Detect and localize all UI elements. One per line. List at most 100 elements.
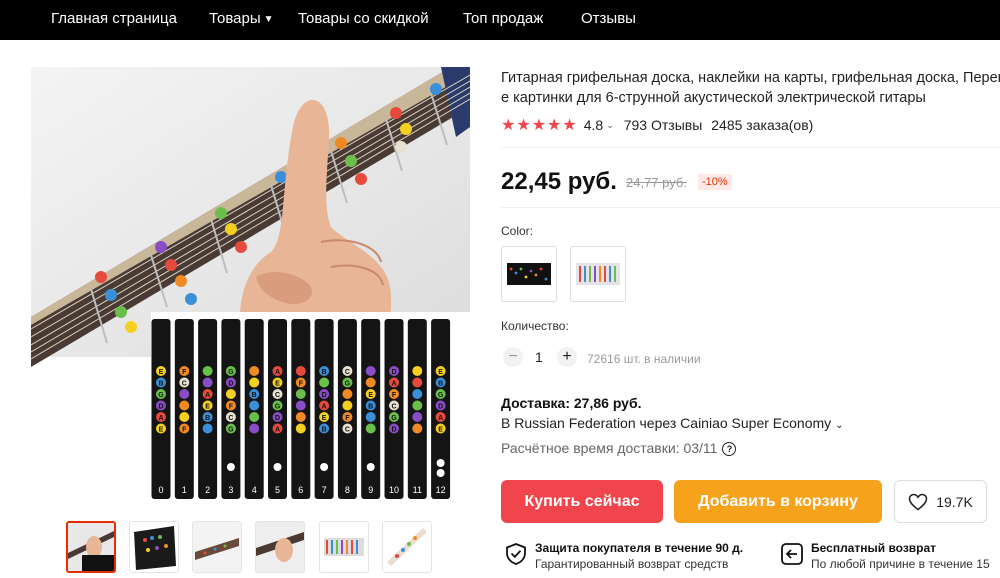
thumbnail-4[interactable] — [255, 521, 305, 573]
note-label: B — [158, 380, 163, 387]
fret-marker — [436, 459, 445, 467]
note-dot — [295, 389, 306, 399]
thumbnail-3[interactable] — [192, 521, 242, 573]
chevron-down-icon[interactable]: ⌄ — [606, 120, 614, 131]
note-label: F — [299, 380, 304, 387]
reviews-count[interactable]: 793 Отзывы — [624, 117, 703, 133]
nav-reviews[interactable]: Отзывы — [581, 0, 636, 40]
color-option-transparent[interactable] — [570, 246, 626, 302]
nav-products-label: Товары — [209, 10, 261, 27]
note-label: D — [228, 380, 233, 387]
buyer-protection-subtitle: Гарантированный возврат средств — [535, 557, 729, 571]
note-dot — [249, 366, 260, 376]
nav-home[interactable]: Главная страница — [51, 0, 177, 40]
note-label: B — [322, 369, 327, 376]
note-dot — [295, 366, 306, 376]
rating-row: ★ ★ ★ ★ ★ 4.8 ⌄ 793 Отзывы 2485 заказа(о… — [501, 115, 813, 135]
note-label: D — [438, 403, 443, 410]
stock-count: 72616 шт. в наличии — [587, 352, 701, 366]
fret-number: 7 — [322, 485, 327, 495]
note-dot — [412, 377, 423, 388]
note-label: C — [345, 426, 350, 433]
note-label: D — [158, 403, 163, 410]
note-label: G — [438, 392, 444, 399]
free-returns: Бесплатный возврат По любой причине в те… — [780, 540, 990, 572]
note-label: G — [158, 392, 164, 399]
thumbnail-2[interactable] — [129, 521, 179, 573]
note-label: D — [275, 415, 280, 422]
nav-products[interactable]: Товары ▼ — [209, 0, 274, 40]
delivery-route[interactable]: В Russian Federation через Cainiao Super… — [501, 415, 844, 431]
note-label: G — [228, 369, 234, 376]
buy-now-button[interactable]: Купить сейчас — [501, 480, 663, 523]
note-label: F — [182, 426, 187, 433]
note-label: A — [205, 392, 210, 399]
fret-marker — [436, 469, 445, 477]
add-to-cart-button[interactable]: Добавить в корзину — [674, 480, 882, 523]
note-dot — [412, 423, 423, 434]
star-icon: ★ — [501, 117, 516, 134]
note-dot — [365, 423, 376, 434]
note-label: B — [438, 380, 443, 387]
note-dot — [365, 412, 376, 422]
fret-number: 9 — [368, 485, 373, 495]
note-label: B — [368, 403, 373, 410]
product-title-line2: е картинки для 6-струнной акустической э… — [501, 90, 926, 106]
nav-top-sales[interactable]: Топ продаж — [463, 0, 543, 40]
note-label: B — [322, 426, 327, 433]
note-label: D — [391, 369, 396, 376]
note-label: A — [158, 415, 163, 422]
wishlist-button[interactable]: 19.7K — [894, 480, 987, 523]
note-dot — [342, 400, 353, 411]
quantity-increase-button[interactable]: + — [557, 347, 577, 367]
note-dot — [202, 423, 213, 434]
fret-number: 10 — [389, 485, 399, 495]
note-dot — [249, 423, 260, 434]
delivery-route-label: В Russian Federation через Cainiao Super… — [501, 415, 832, 431]
orders-count: 2485 заказа(ов) — [711, 117, 814, 133]
rating-value[interactable]: 4.8 — [584, 117, 603, 133]
thumbnail-6[interactable] — [382, 521, 432, 573]
quantity-value[interactable]: 1 — [535, 349, 543, 365]
chevron-down-icon: ▼ — [263, 14, 274, 25]
quantity-decrease-button[interactable]: − — [503, 347, 523, 367]
note-dot — [179, 389, 190, 399]
guitar-photo: EBGDAE0FCF1AEB2GDFCG3B4AECGDA5F6BDAEB7CG… — [31, 67, 470, 507]
note-dot — [365, 366, 376, 376]
note-label: C — [228, 415, 233, 422]
thumbnail-5[interactable] — [319, 521, 369, 573]
note-dot — [412, 400, 423, 411]
note-label: C — [345, 369, 350, 376]
nav-discounts[interactable]: Товары со скидкой — [298, 0, 429, 40]
star-icon: ★ — [562, 117, 577, 134]
note-dot — [342, 389, 353, 399]
star-icon: ★ — [547, 117, 562, 134]
delivery-time: Расчётное время доставки: 03/11? — [501, 440, 737, 456]
free-returns-subtitle: По любой причине в течение 15 — [811, 557, 990, 571]
note-label: E — [159, 369, 164, 376]
note-label: G — [345, 380, 351, 387]
note-label: E — [438, 369, 443, 376]
return-icon — [781, 543, 803, 565]
note-dot — [412, 412, 423, 422]
fret-number: 6 — [298, 485, 303, 495]
note-label: G — [228, 426, 234, 433]
fret-number: 12 — [436, 485, 446, 495]
note-label: B — [252, 392, 257, 399]
note-label: G — [391, 415, 397, 422]
main-product-image: EBGDAE0FCF1AEB2GDFCG3B4AECGDA5F6BDAEB7CG… — [31, 67, 470, 507]
note-dot — [249, 400, 260, 411]
note-label: A — [275, 426, 280, 433]
fret-marker — [273, 463, 282, 471]
note-label: C — [182, 380, 187, 387]
color-option-black[interactable] — [501, 246, 557, 302]
wishlist-count: 19.7K — [936, 493, 973, 510]
note-label: F — [182, 369, 187, 376]
thumbnail-1[interactable] — [66, 521, 116, 573]
question-icon[interactable]: ? — [722, 442, 737, 456]
chevron-down-icon: ⌄ — [835, 420, 844, 431]
note-dot — [295, 412, 306, 422]
note-label: A — [391, 380, 396, 387]
note-label: F — [229, 403, 234, 410]
note-dot — [225, 389, 236, 399]
